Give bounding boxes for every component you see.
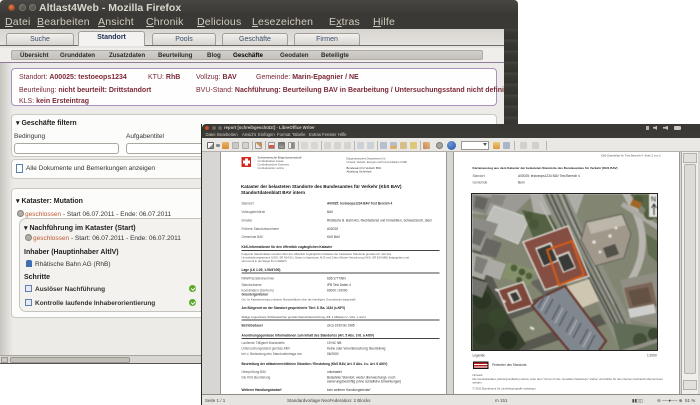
svg-text:N: N bbox=[651, 197, 656, 204]
